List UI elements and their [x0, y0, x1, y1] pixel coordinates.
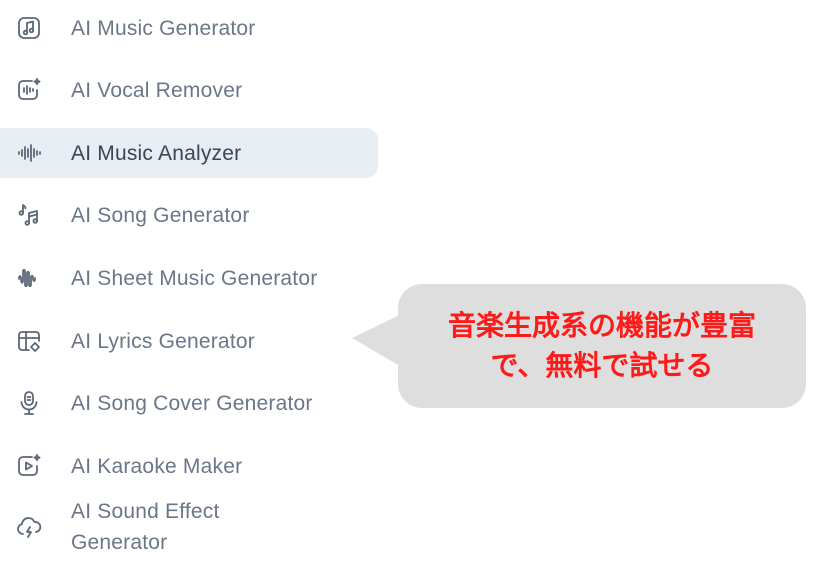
microphone-icon: [14, 388, 44, 418]
menu-item-label: AI Song Cover Generator: [71, 391, 313, 415]
callout-bubble: 音楽生成系の機能が豊富 で、無料で試せる: [398, 284, 806, 408]
callout-line-1: 音楽生成系の機能が豊富: [447, 309, 756, 342]
menu-item-ai-sheet-music-generator[interactable]: AI Sheet Music Generator: [0, 253, 378, 303]
music-note-icon: [14, 13, 44, 43]
callout-line-2: で、無料で試せる: [490, 349, 714, 382]
waveform-icon: [14, 138, 44, 168]
menu-item-label: AI Lyrics Generator: [71, 329, 255, 353]
lyrics-grid-icon: [14, 326, 44, 356]
menu-item-label: AI Sheet Music Generator: [71, 266, 318, 290]
callout-text: 音楽生成系の機能が豊富 で、無料で試せる: [398, 284, 806, 408]
menu-item-ai-song-cover-generator[interactable]: AI Song Cover Generator: [0, 378, 378, 428]
menu-item-label: AI Karaoke Maker: [71, 454, 243, 478]
menu-item-ai-music-generator[interactable]: AI Music Generator: [0, 3, 378, 53]
vocal-remover-icon: [14, 75, 44, 105]
menu-item-ai-vocal-remover[interactable]: AI Vocal Remover: [0, 65, 378, 115]
menu-item-label: AI Vocal Remover: [71, 78, 243, 102]
song-notes-icon: [14, 200, 44, 230]
sound-cloud-icon: [14, 512, 44, 542]
sidebar-menu: AI Music Generator AI Vocal Remover AI M…: [0, 0, 380, 569]
menu-item-label: AI Sound Effect Generator: [71, 500, 220, 554]
menu-item-label: AI Song Generator: [71, 203, 250, 227]
menu-item-ai-music-analyzer[interactable]: AI Music Analyzer: [0, 128, 378, 178]
menu-item-label: AI Music Generator: [71, 16, 256, 40]
menu-item-ai-sound-effect-generator[interactable]: AI Sound Effect Generator: [0, 492, 378, 562]
sheet-wave-icon: [14, 263, 44, 293]
menu-item-ai-karaoke-maker[interactable]: AI Karaoke Maker: [0, 441, 378, 491]
menu-item-label: AI Music Analyzer: [71, 141, 242, 165]
menu-item-ai-lyrics-generator[interactable]: AI Lyrics Generator: [0, 316, 378, 366]
karaoke-play-icon: [14, 451, 44, 481]
menu-item-ai-song-generator[interactable]: AI Song Generator: [0, 190, 378, 240]
